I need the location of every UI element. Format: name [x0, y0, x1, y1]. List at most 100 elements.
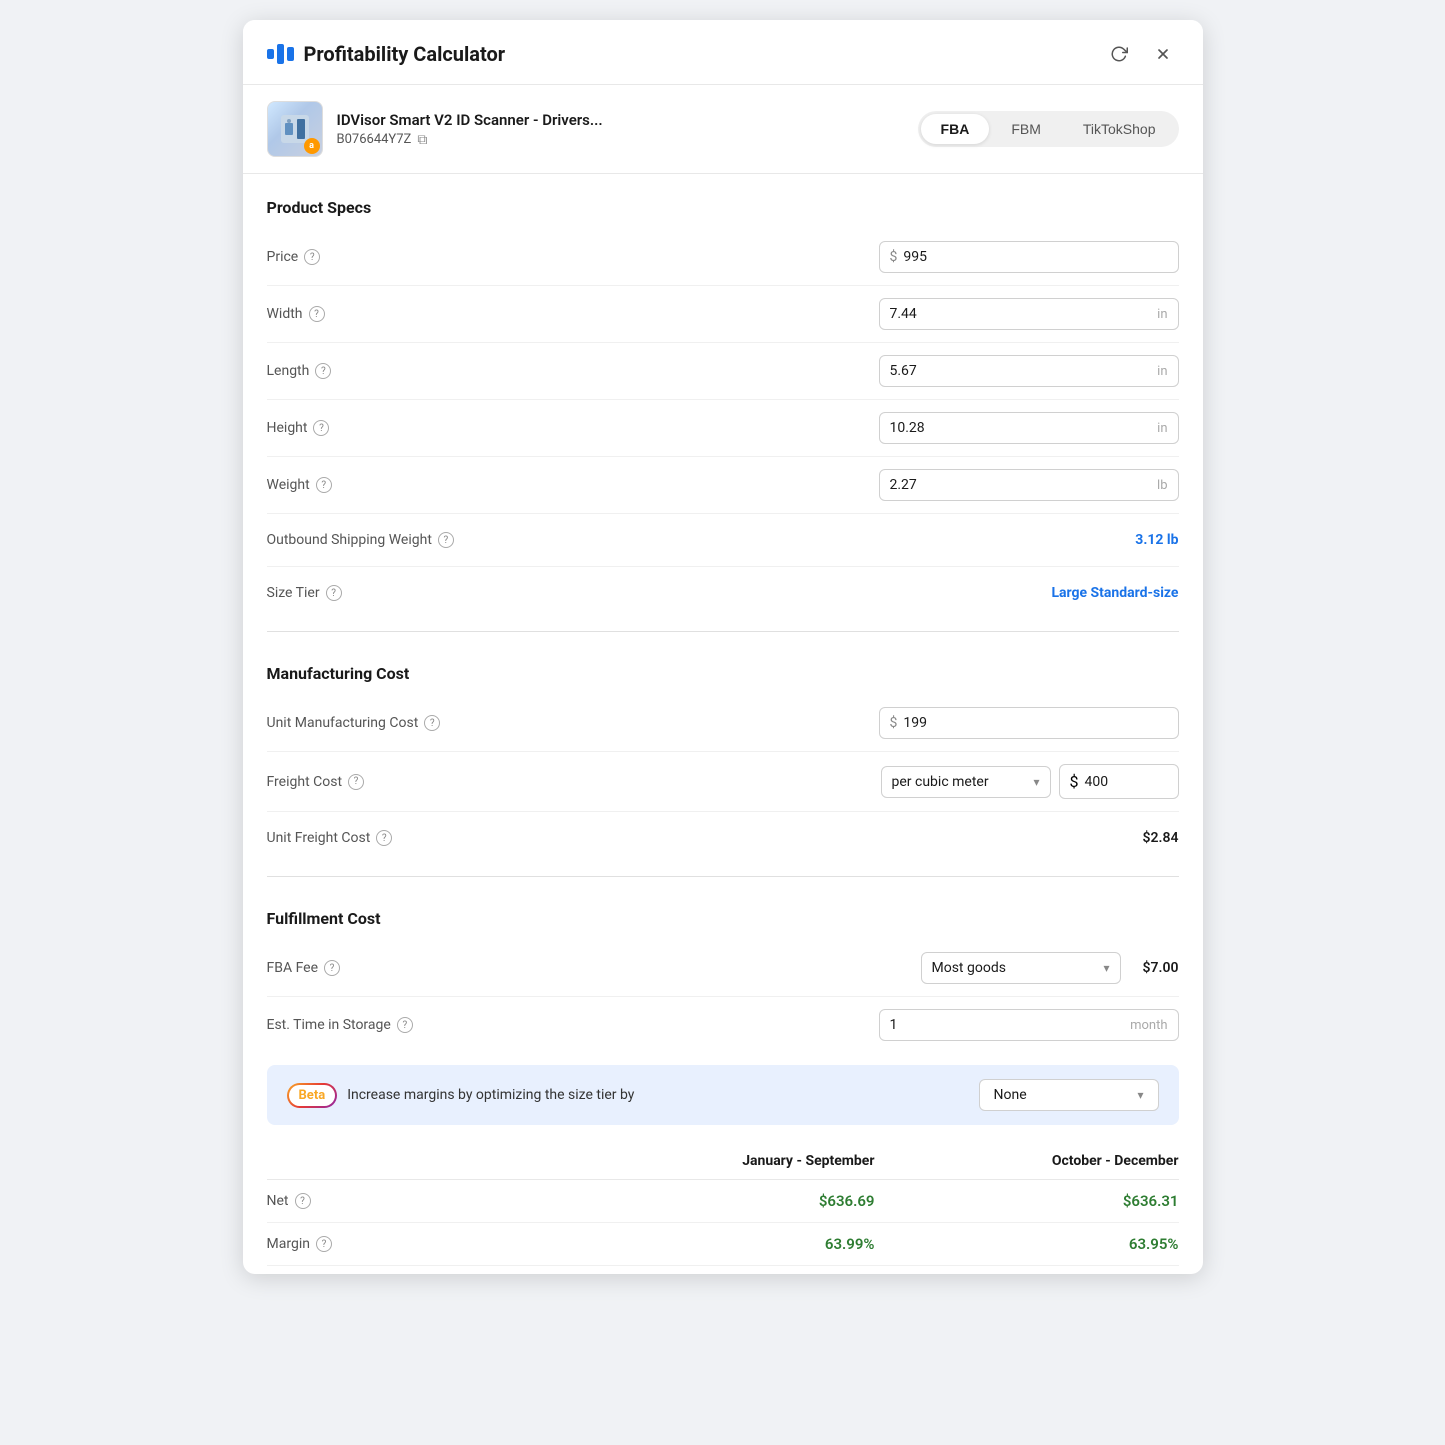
product-asin: B076644Y7Z	[337, 132, 412, 147]
height-row: Height ? 10.28 in	[267, 404, 1179, 452]
length-value: 5.67	[890, 363, 1158, 379]
size-tier-value: Large Standard-size	[1051, 585, 1178, 601]
fba-fee-select[interactable]: Most goods ▾	[921, 952, 1121, 984]
freight-amount-input[interactable]: $ 400	[1059, 764, 1179, 799]
freight-amount-value: 400	[1085, 774, 1168, 790]
width-label: Width ?	[267, 306, 325, 322]
price-help-icon[interactable]: ?	[304, 249, 320, 265]
outbound-help-icon[interactable]: ?	[438, 532, 454, 548]
beta-text: Increase margins by optimizing the size …	[347, 1087, 968, 1103]
fba-fee-label: FBA Fee ?	[267, 960, 341, 976]
header-actions	[1103, 38, 1179, 70]
unit-freight-help-icon[interactable]: ?	[376, 830, 392, 846]
net-val2: $636.31	[875, 1192, 1179, 1210]
height-value: 10.28	[890, 420, 1158, 436]
fba-fee-type-value: Most goods	[932, 960, 1098, 976]
content-area: Product Specs Price ? $ 995 Width ?	[243, 174, 1203, 1274]
freight-help-icon[interactable]: ?	[348, 774, 364, 790]
product-thumbnail: a	[267, 101, 323, 157]
storage-label: Est. Time in Storage ?	[267, 1017, 413, 1033]
storage-input[interactable]: 1 month	[879, 1009, 1179, 1041]
tab-group: FBA FBM TikTokShop	[918, 111, 1179, 147]
freight-cost-label: Freight Cost ?	[267, 774, 365, 790]
unit-mfg-cost-row: Unit Manufacturing Cost ? $ 199	[267, 699, 1179, 747]
product-specs-section: Product Specs Price ? $ 995 Width ?	[267, 174, 1179, 623]
freight-type-value: per cubic meter	[892, 774, 1028, 790]
freight-chevron-icon: ▾	[1033, 775, 1039, 789]
tab-fbm[interactable]: FBM	[991, 114, 1061, 144]
fulfillment-cost-title: Fulfillment Cost	[267, 909, 1179, 928]
tab-fba[interactable]: FBA	[921, 114, 990, 144]
width-row: Width ? 7.44 in	[267, 290, 1179, 338]
unit-freight-label: Unit Freight Cost ?	[267, 830, 393, 846]
net-help-icon[interactable]: ?	[295, 1193, 311, 1209]
height-help-icon[interactable]: ?	[313, 420, 329, 436]
price-value: 995	[903, 249, 1167, 265]
fba-fee-help-icon[interactable]: ?	[324, 960, 340, 976]
app-icon	[267, 44, 294, 64]
close-button[interactable]	[1147, 38, 1179, 70]
results-section: January - September October - December N…	[267, 1133, 1179, 1274]
unit-mfg-help-icon[interactable]: ?	[424, 715, 440, 731]
price-input[interactable]: $ 995	[879, 241, 1179, 273]
freight-right: per cubic meter ▾ $ 400	[881, 764, 1179, 799]
storage-suffix: month	[1130, 1018, 1167, 1033]
outbound-value: 3.12 lb	[1135, 532, 1178, 548]
storage-help-icon[interactable]: ?	[397, 1017, 413, 1033]
fulfillment-cost-section: Fulfillment Cost FBA Fee ? Most goods ▾ …	[267, 885, 1179, 1057]
size-tier-row: Size Tier ? Large Standard-size	[267, 571, 1179, 615]
copy-icon[interactable]: ⧉	[417, 132, 427, 148]
optimize-tier-select[interactable]: None ▾	[979, 1079, 1159, 1111]
margin-help-icon[interactable]: ?	[316, 1236, 332, 1252]
margin-label: Margin ?	[267, 1236, 571, 1252]
margin-val2: 63.95%	[875, 1235, 1179, 1253]
height-suffix: in	[1157, 421, 1167, 436]
price-row: Price ? $ 995	[267, 233, 1179, 281]
net-row: Net ? $636.69 $636.31	[267, 1180, 1179, 1223]
calculator-window: Profitability Calculator	[243, 20, 1203, 1274]
product-specs-title: Product Specs	[267, 198, 1179, 217]
weight-suffix: lb	[1157, 478, 1167, 493]
unit-mfg-dollar-prefix: $	[890, 715, 898, 731]
weight-input[interactable]: 2.27 lb	[879, 469, 1179, 501]
tab-tiktokshop[interactable]: TikTokShop	[1063, 114, 1176, 144]
freight-type-select[interactable]: per cubic meter ▾	[881, 766, 1051, 798]
length-label: Length ?	[267, 363, 332, 379]
length-help-icon[interactable]: ?	[315, 363, 331, 379]
fba-fee-right: Most goods ▾ $7.00	[921, 952, 1179, 984]
width-input[interactable]: 7.44 in	[879, 298, 1179, 330]
margin-row: Margin ? 63.99% 63.95%	[267, 1223, 1179, 1266]
margin-val1: 63.99%	[571, 1235, 875, 1253]
product-info: a IDVisor Smart V2 ID Scanner - Drivers.…	[267, 101, 603, 157]
beta-banner: Beta Increase margins by optimizing the …	[267, 1065, 1179, 1125]
storage-time-row: Est. Time in Storage ? 1 month	[267, 1001, 1179, 1049]
manufacturing-cost-section: Manufacturing Cost Unit Manufacturing Co…	[267, 640, 1179, 868]
weight-help-icon[interactable]: ?	[316, 477, 332, 493]
unit-mfg-value: 199	[903, 715, 1167, 731]
weight-row: Weight ? 2.27 lb	[267, 461, 1179, 509]
height-input[interactable]: 10.28 in	[879, 412, 1179, 444]
header: Profitability Calculator	[243, 20, 1203, 85]
length-suffix: in	[1157, 364, 1167, 379]
outbound-shipping-row: Outbound Shipping Weight ? 3.12 lb	[267, 518, 1179, 562]
manufacturing-cost-title: Manufacturing Cost	[267, 664, 1179, 683]
width-help-icon[interactable]: ?	[309, 306, 325, 322]
width-suffix: in	[1157, 307, 1167, 322]
unit-mfg-input[interactable]: $ 199	[879, 707, 1179, 739]
net-label: Net ?	[267, 1193, 571, 1209]
roi-row: ROI per unit ? 315.10% 314.32%	[267, 1266, 1179, 1274]
results-col2: October - December	[875, 1153, 1179, 1169]
refresh-button[interactable]	[1103, 38, 1135, 70]
weight-value: 2.27	[890, 477, 1158, 493]
product-asin-row: B076644Y7Z ⧉	[337, 132, 603, 148]
length-input[interactable]: 5.67 in	[879, 355, 1179, 387]
results-col1: January - September	[571, 1153, 875, 1169]
fba-chevron-icon: ▾	[1103, 961, 1109, 975]
size-tier-help-icon[interactable]: ?	[326, 585, 342, 601]
net-val1: $636.69	[571, 1192, 875, 1210]
unit-mfg-label: Unit Manufacturing Cost ?	[267, 715, 441, 731]
outbound-label: Outbound Shipping Weight ?	[267, 532, 454, 548]
price-label: Price ?	[267, 249, 321, 265]
height-label: Height ?	[267, 420, 330, 436]
width-value: 7.44	[890, 306, 1158, 322]
